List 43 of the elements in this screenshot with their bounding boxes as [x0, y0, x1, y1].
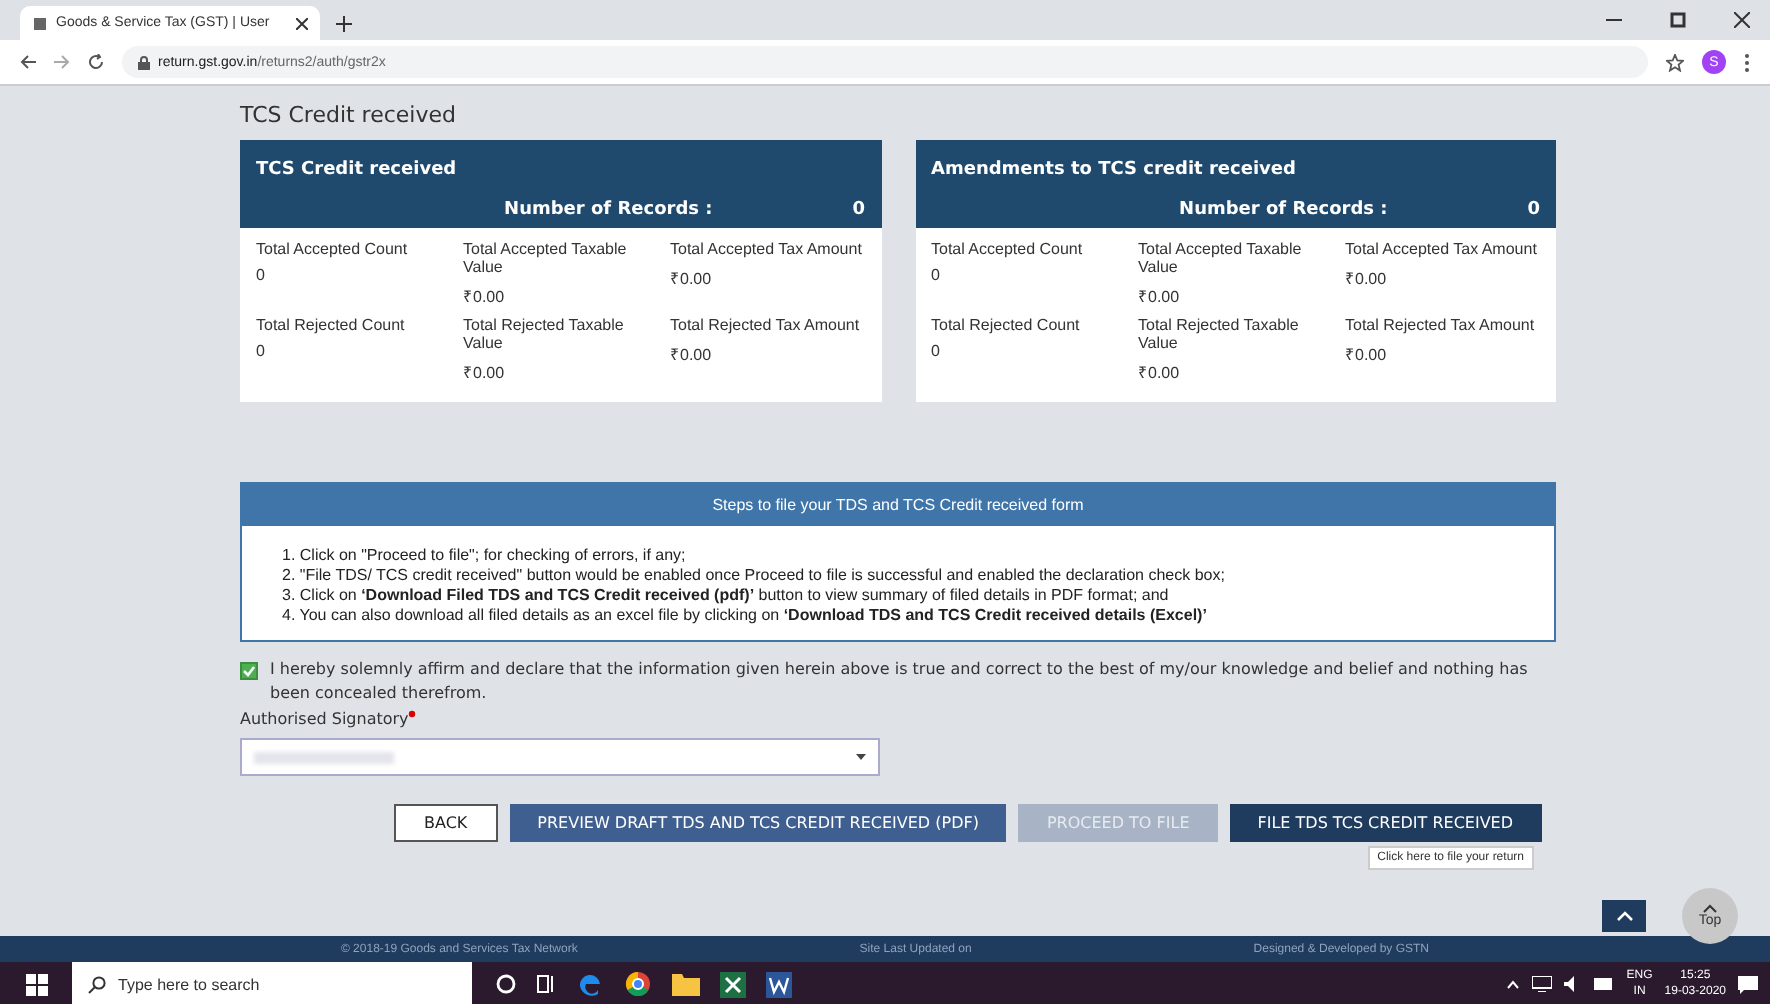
steps-title: Steps to file your TDS and TCS Credit received form — [242, 484, 1554, 526]
card-title: Amendments to TCS credit received — [931, 160, 1298, 180]
preview-button[interactable]: PREVIEW DRAFT TDS AND TCS CREDIT RECEIVED (PDF) — [509, 804, 1007, 842]
stat-value: ₹0.00 — [1345, 344, 1389, 364]
step-text: 4. You can also download all filed details as an excel file by clicking on ‘Download TDS and TCS Credit received details (Excel)’ — [282, 606, 1209, 624]
stat-value: ₹0.00 — [463, 362, 507, 382]
back-button[interactable]: BACK — [394, 804, 498, 842]
stat-label: Total Rejected Count — [256, 316, 407, 334]
taskbar-search-field[interactable]: Type here to search — [72, 962, 472, 1004]
records-count: 0 — [852, 200, 865, 220]
card-title: TCS Credit received — [256, 160, 459, 180]
stat-value: ₹0.00 — [1138, 362, 1182, 382]
stat-label: Total Rejected Taxable Value — [463, 316, 626, 352]
stat-label: Total Rejected Taxable Value — [1138, 316, 1301, 352]
stat-value: 0 — [256, 266, 267, 284]
records-label: Number of Records : — [1179, 200, 1388, 220]
file-button[interactable]: FILE TDS TCS CREDIT RECEIVED — [1229, 804, 1542, 842]
records-label: Number of Records : — [504, 200, 713, 220]
search-placeholder: Type here to search — [118, 975, 260, 993]
stat-label: Total Rejected Count — [931, 316, 1082, 334]
step-text: 2. "File TDS/ TCS credit received" button would be enabled once Proceed to file is successful and enabled the declaration check box; — [282, 566, 1227, 584]
stat-value: ₹0.00 — [670, 268, 714, 288]
stat-label: Total Accepted Taxable Value — [1138, 240, 1304, 276]
stat-value: ₹0.00 — [670, 344, 714, 364]
stat-label: Total Accepted Tax Amount — [1345, 240, 1539, 258]
stat-value: 0 — [931, 266, 942, 284]
stat-value: ₹0.00 — [1345, 268, 1389, 288]
stat-value: 0 — [256, 342, 267, 360]
stat-label: Total Rejected Tax Amount — [670, 316, 862, 334]
step-text: 3. Click on ‘Download Filed TDS and TCS Credit received (pdf)’ button to view summary of filed details in PDF format; and — [282, 586, 1171, 604]
stat-label: Total Accepted Tax Amount — [670, 240, 864, 258]
records-count: 0 — [1527, 200, 1540, 220]
page-title: TCS Credit received — [240, 102, 458, 128]
stat-label: Total Accepted Taxable Value — [463, 240, 629, 276]
stat-value: 0 — [931, 342, 942, 360]
stat-value: ₹0.00 — [463, 286, 507, 306]
declaration-text: I hereby solemnly affirm and declare that the information given herein above is true and correct to the best of my/our knowledge and belief and nothing has been concealed therefrom. — [270, 658, 1530, 706]
stat-label: Total Accepted Count — [256, 240, 410, 258]
step-text: 1. Click on "Proceed to file"; for checking of errors, if any; — [282, 546, 688, 564]
signatory-label: Authorised Signatory — [240, 710, 409, 728]
stat-label: Total Accepted Count — [931, 240, 1085, 258]
stat-value: ₹0.00 — [1138, 286, 1182, 306]
stat-label: Total Rejected Tax Amount — [1345, 316, 1537, 334]
